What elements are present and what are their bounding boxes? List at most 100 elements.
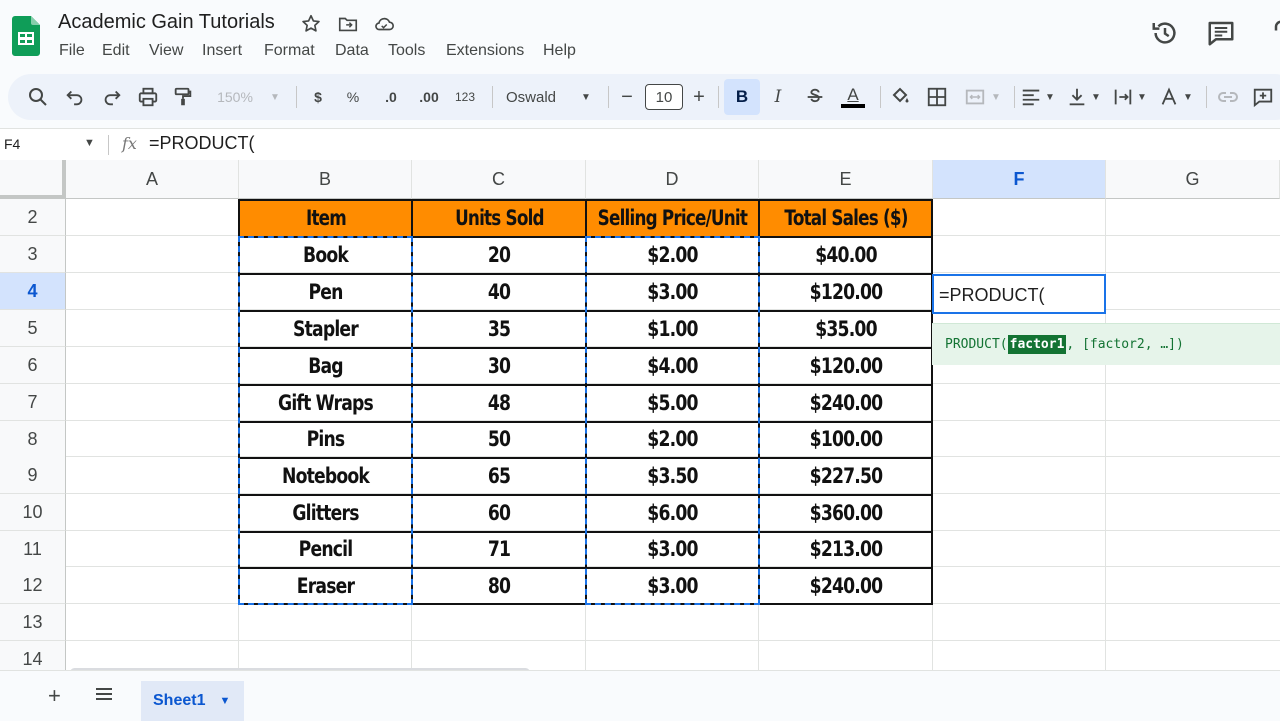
increase-decimal-button[interactable]: .00 [414,84,444,110]
menu-format[interactable]: Format [264,42,315,60]
menu-tools[interactable]: Tools [388,42,425,60]
align-caret-icon[interactable]: ▼ [1044,84,1056,110]
row-header-14[interactable]: 14 [0,641,66,670]
row-header-12[interactable]: 12 [0,567,66,604]
strikethrough-icon[interactable] [804,84,826,110]
formula-input[interactable]: =PRODUCT( [149,133,255,154]
wrap-caret-icon[interactable]: ▼ [1136,84,1148,110]
row-header-8[interactable]: 8 [0,421,66,458]
font-select[interactable]: Oswald [502,84,582,110]
zoom-select[interactable]: 150% [212,84,258,110]
cell-c10[interactable]: 60 [428,495,571,530]
version-history-icon[interactable] [1150,18,1180,48]
vertical-align-icon[interactable] [1066,84,1088,110]
sheets-logo-icon[interactable] [12,16,40,56]
cell-c3[interactable]: 20 [428,237,571,272]
paint-format-icon[interactable] [172,84,194,110]
column-header-g[interactable]: G [1106,160,1280,199]
menu-data[interactable]: Data [335,42,369,60]
row-header-4[interactable]: 4 [0,273,66,310]
table-header-selling-price[interactable]: Selling Price/Unit [586,200,759,236]
redo-icon[interactable] [101,84,123,110]
move-folder-icon[interactable] [337,13,359,35]
more-formats-button[interactable]: 123 [453,84,477,110]
rotation-caret-icon[interactable]: ▼ [1182,84,1194,110]
column-header-d[interactable]: D [586,160,759,199]
all-sheets-menu-icon[interactable] [94,684,114,704]
column-header-a[interactable]: A [66,160,239,199]
active-cell-f4[interactable]: =PRODUCT( [932,274,1106,314]
insert-link-icon[interactable] [1216,84,1240,110]
zoom-caret-icon[interactable]: ▼ [268,84,282,110]
valign-caret-icon[interactable]: ▼ [1090,84,1102,110]
comments-icon[interactable] [1206,18,1236,48]
text-wrapping-icon[interactable] [1112,84,1134,110]
italic-button[interactable]: I [768,84,788,110]
cell-c9[interactable]: 65 [428,458,571,493]
cell-e9[interactable]: $227.50 [775,458,918,493]
document-title[interactable]: Academic Gain Tutorials [58,11,275,34]
table-header-item[interactable]: Item [239,200,412,236]
star-icon[interactable] [300,13,322,35]
currency-format-button[interactable]: $ [308,84,328,110]
row-header-2[interactable]: 2 [0,199,66,236]
row-header-13[interactable]: 13 [0,604,66,641]
insert-comment-icon[interactable] [1252,84,1274,110]
column-header-e[interactable]: E [759,160,933,199]
print-icon[interactable] [137,84,159,110]
decrease-decimal-button[interactable]: .0 [378,84,404,110]
column-header-f[interactable]: F [933,160,1106,199]
name-box[interactable]: F4 [4,136,20,152]
cloud-saved-icon[interactable] [373,13,395,35]
horizontal-align-icon[interactable] [1020,84,1042,110]
menu-view[interactable]: View [149,42,183,60]
cell-e4[interactable]: $120.00 [775,274,918,309]
cell-e8[interactable]: $100.00 [775,422,918,456]
row-header-9[interactable]: 9 [0,457,66,494]
menu-file[interactable]: File [59,42,85,60]
active-cell-editor[interactable]: =PRODUCT( [939,285,1045,306]
column-header-c[interactable]: C [412,160,586,199]
increase-font-size-button[interactable]: + [690,84,708,110]
cell-e5[interactable]: $35.00 [775,311,918,346]
undo-icon[interactable] [64,84,86,110]
row-header-3[interactable]: 3 [0,236,66,273]
share-lock-icon[interactable] [1266,18,1280,48]
font-size-input[interactable]: 10 [645,84,683,110]
cell-e3[interactable]: $40.00 [775,237,918,272]
menu-edit[interactable]: Edit [102,42,130,60]
spreadsheet-grid[interactable]: A B C D E F G 2 3 4 5 6 7 8 9 10 11 12 1… [0,160,1280,670]
sheet-tab-caret-icon[interactable]: ▼ [219,695,230,707]
menu-help[interactable]: Help [543,42,576,60]
cell-c8[interactable]: 50 [428,422,571,456]
menu-extensions[interactable]: Extensions [446,42,524,60]
cell-e12[interactable]: $240.00 [775,568,918,603]
merge-caret-icon[interactable]: ▼ [990,84,1002,110]
merge-cells-icon[interactable] [964,84,986,110]
font-caret-icon[interactable]: ▼ [580,84,592,110]
sheet-tab-sheet1[interactable]: Sheet1 ▼ [141,681,244,721]
cell-c11[interactable]: 71 [428,532,571,566]
cell-c7[interactable]: 48 [428,385,571,420]
row-header-11[interactable]: 11 [0,531,66,568]
cell-e7[interactable]: $240.00 [775,385,918,420]
row-header-5[interactable]: 5 [0,310,66,347]
percent-format-button[interactable]: % [343,84,363,110]
borders-icon[interactable] [926,84,948,110]
table-header-total-sales[interactable]: Total Sales ($) [759,200,933,236]
menu-insert[interactable]: Insert [202,42,242,60]
cell-c4[interactable]: 40 [428,274,571,309]
bold-button[interactable]: B [724,79,760,115]
cell-e10[interactable]: $360.00 [775,495,918,530]
cell-c5[interactable]: 35 [428,311,571,346]
name-box-caret-icon[interactable]: ▼ [84,137,95,149]
text-rotation-icon[interactable] [1158,84,1180,110]
row-header-7[interactable]: 7 [0,384,66,421]
cell-c12[interactable]: 80 [428,568,571,603]
text-color-button[interactable]: A [840,84,866,110]
decrease-font-size-button[interactable]: − [618,84,636,110]
search-menus-icon[interactable] [26,84,50,110]
cell-e11[interactable]: $213.00 [775,532,918,566]
cell-e6[interactable]: $120.00 [775,348,918,383]
cell-c6[interactable]: 30 [428,348,571,383]
